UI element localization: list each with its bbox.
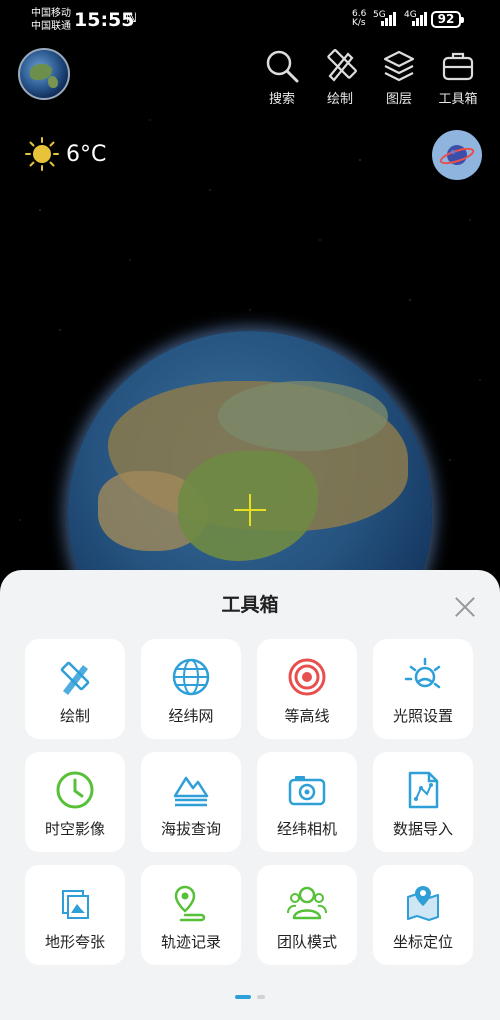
tool-label: 时空影像 (44, 820, 105, 838)
tool-label: 海拔查询 (160, 820, 221, 838)
tool-camera[interactable]: 经纬相机 (257, 752, 357, 852)
team-icon (287, 886, 327, 920)
toolbox-label: 工具箱 (438, 92, 478, 107)
tool-terrain-exaggeration[interactable]: 地形夸张 (25, 865, 125, 965)
page-dot-active (235, 995, 251, 999)
tool-label: 数据导入 (392, 820, 453, 838)
user-avatar[interactable] (18, 48, 70, 100)
track-record-icon (174, 885, 206, 922)
battery-indicator: 92 (431, 11, 464, 28)
panel-title: 工具箱 (221, 594, 279, 616)
signal-icon-2 (412, 12, 427, 26)
toolbox-icon (442, 52, 474, 81)
tool-label: 轨迹记录 (160, 933, 221, 951)
draw-icon (60, 661, 90, 695)
terrain-exaggerate-icon (62, 890, 89, 919)
network-speed: 6.6 K/s (352, 9, 367, 28)
carrier-2: 中国联通 (31, 21, 71, 32)
clock-icon (56, 771, 94, 809)
tool-timelapse[interactable]: 时空影像 (25, 752, 125, 852)
coordinate-locate-icon (407, 886, 439, 921)
toolbox-button[interactable]: 工具箱 (432, 48, 484, 107)
draw-label: 绘制 (326, 92, 353, 107)
tool-label: 坐标定位 (392, 933, 453, 951)
contour-icon (288, 658, 326, 696)
crosshair-icon (234, 494, 266, 526)
tool-lighting[interactable]: 光照设置 (373, 639, 473, 739)
tool-label: 等高线 (284, 707, 330, 725)
tool-label: 光照设置 (392, 707, 453, 725)
layers-label: 图层 (385, 92, 412, 107)
tool-graticule[interactable]: 经纬网 (141, 639, 241, 739)
lighting-icon (404, 657, 441, 689)
search-label: 搜索 (268, 92, 295, 107)
carrier-labels: 中国移动 中国联通 (31, 7, 71, 33)
tool-contour[interactable]: 等高线 (257, 639, 357, 739)
tool-label: 团队模式 (276, 933, 337, 951)
page-indicator (235, 995, 265, 999)
temperature: 6°C (66, 141, 107, 167)
planet-button[interactable] (432, 130, 482, 180)
tool-draw[interactable]: 绘制 (25, 639, 125, 739)
mountain-icon (173, 776, 209, 807)
draw-button[interactable]: 绘制 (314, 48, 366, 107)
search-icon (266, 50, 299, 83)
tool-label: 地形夸张 (44, 933, 105, 951)
pencil-ruler-icon (327, 49, 357, 82)
camera-icon (288, 776, 326, 806)
tool-elevation[interactable]: 海拔查询 (141, 752, 241, 852)
status-bar: 中国移动 中国联通 15:55 ℕ 6.6 K/s 5G 4G 92 (0, 0, 500, 40)
globe-grid-icon (172, 658, 210, 696)
tool-team-mode[interactable]: 团队模式 (257, 865, 357, 965)
search-button[interactable]: 搜索 (256, 48, 308, 107)
weather-widget[interactable]: 6°C (24, 136, 106, 172)
tool-track-record[interactable]: 轨迹记录 (141, 865, 241, 965)
tool-coordinate-locate[interactable]: 坐标定位 (373, 865, 473, 965)
signal-icon (381, 12, 396, 26)
carrier-1: 中国移动 (31, 8, 71, 19)
file-import-icon (408, 771, 439, 809)
close-icon[interactable] (454, 596, 476, 618)
tool-label: 经纬相机 (276, 820, 337, 838)
tool-label: 经纬网 (168, 707, 214, 725)
layers-button[interactable]: 图层 (373, 48, 425, 107)
tool-data-import[interactable]: 数据导入 (373, 752, 473, 852)
nfc-icon: ℕ (126, 11, 137, 26)
page-dot (257, 995, 265, 999)
planet-icon (439, 145, 475, 165)
tool-label: 绘制 (59, 707, 90, 725)
layers-icon (383, 50, 415, 82)
sun-icon (25, 137, 59, 171)
